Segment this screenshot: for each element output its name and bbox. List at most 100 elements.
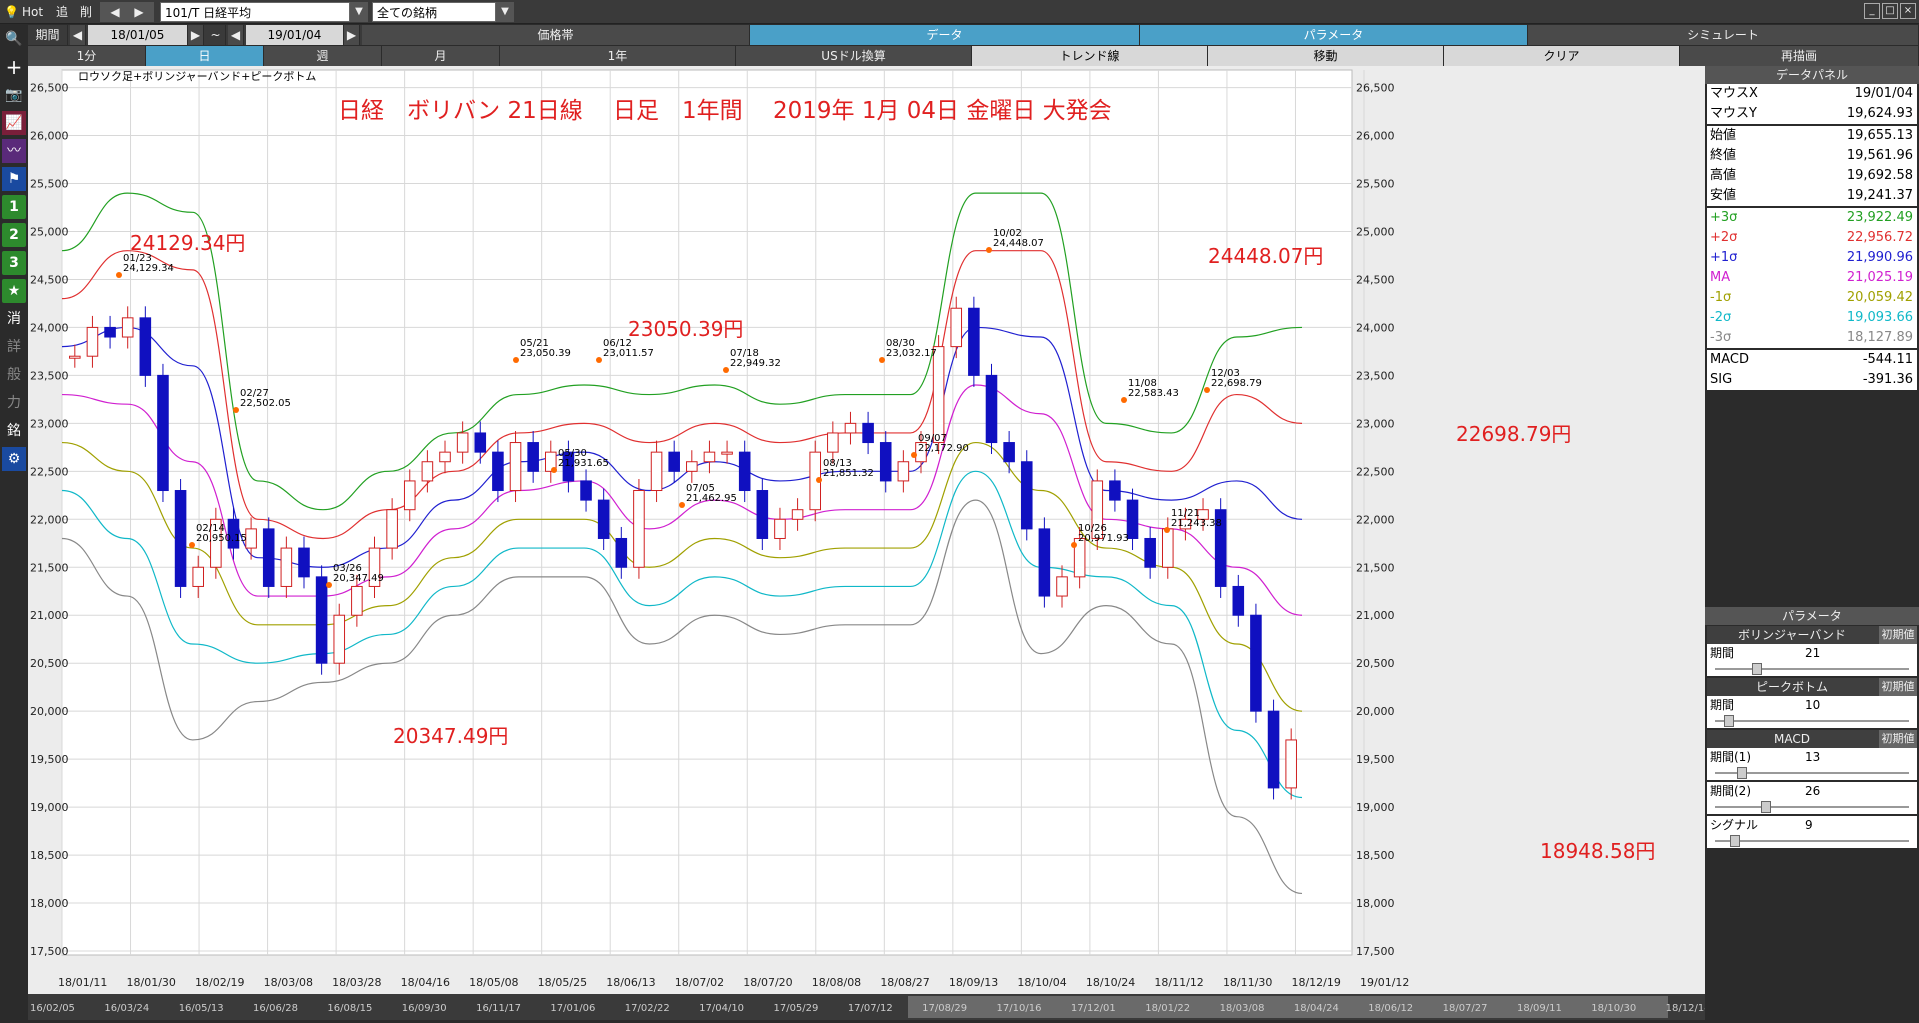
macd-period1-thumb[interactable] [1737,767,1748,779]
macd-signal-slider[interactable] [1707,834,1917,848]
macd-signal-thumb[interactable] [1729,835,1740,847]
peak-slider-thumb[interactable] [1724,715,1735,727]
bollinger-slider-thumb[interactable] [1751,663,1762,675]
stock-button[interactable]: 銘 [2,419,26,443]
tab-redraw[interactable]: 再描画 [1680,46,1919,66]
macd-period1-row: 期間(1) 13 [1707,748,1917,766]
tab-simulate[interactable]: シミュレート [1528,25,1919,45]
candle-body [950,307,963,348]
peak-period-value[interactable]: 10 [1805,696,1820,714]
candle-body [985,374,998,444]
zoom-icon[interactable]: 🔍 [2,27,26,51]
y-tick-label-right: 21,000 [1356,609,1395,622]
peak-value: 21,931.65 [558,458,609,469]
candle-body [774,518,786,539]
macd-period2-value[interactable]: 26 [1805,782,1820,800]
forward-button[interactable]: 追 [52,2,72,22]
y-tick-label-left: 25,000 [30,225,69,238]
tab-price-range[interactable]: 価格帯 [362,25,750,45]
power-button[interactable]: 力 [2,391,26,415]
y-tick-label-right: 25,000 [1356,225,1395,238]
chart-line-icon[interactable]: 📈 [2,111,26,135]
preset-1-button[interactable]: 1 [2,195,26,219]
tab-move[interactable]: 移動 [1208,46,1444,66]
macd-title: MACD [1774,732,1810,746]
macd-period2-thumb[interactable] [1761,801,1771,813]
tab-parameters[interactable]: パラメータ [1140,25,1528,45]
chart-area[interactable]: 01/23 24,129.34 02/14 20,950.15 02/27 22,502.… [28,66,1711,1020]
delete-button[interactable]: 削 [76,2,96,22]
y-tick-label-left: 23,000 [30,417,69,430]
peak-marker [816,477,822,483]
peak-marker [1071,542,1077,548]
detail-button[interactable]: 詳 [2,335,26,359]
erase-button[interactable]: 消 [2,307,26,331]
macd-period1-value[interactable]: 13 [1805,748,1820,766]
candle-body [1232,585,1245,616]
data-panel-value: 19/01/04 [1854,86,1913,101]
symbol-field[interactable]: 101/T 日経平均 [160,2,350,22]
candle-body [86,326,99,357]
candle-body [668,451,680,472]
camera-icon[interactable]: 📷 [2,83,26,107]
from-date-field[interactable]: 18/01/05 [88,25,188,45]
y-tick-label-left: 22,500 [30,465,69,478]
macd-signal-value[interactable]: 9 [1805,816,1813,834]
data-panel-row: SIG -391.36 [1707,370,1917,390]
tab-data[interactable]: データ [750,25,1140,45]
maximize-icon[interactable]: □ [1882,3,1898,19]
chart-indicator-icon[interactable]: 〰 [2,139,26,163]
x-tick-label: 18/07/02 [675,976,724,989]
data-panel-value: 21,025.19 [1846,270,1913,285]
gear-icon[interactable]: ⚙ [2,447,26,471]
bollinger-period-value[interactable]: 21 [1805,644,1820,662]
tab-clear[interactable]: クリア [1444,46,1680,66]
bollinger-period-row: 期間 21 [1707,644,1917,662]
candle-body [121,317,134,338]
macd-period2-slider[interactable] [1707,800,1917,814]
macd-period1-slider[interactable] [1707,766,1917,780]
hot-button[interactable]: Hot [18,2,47,22]
to-date-field[interactable]: 19/01/04 [246,25,344,45]
data-panel-key: 高値 [1710,168,1737,183]
tab-weekly[interactable]: 週 [264,46,382,66]
general-button[interactable]: 般 [2,363,26,387]
category-dropdown-icon[interactable]: ▼ [496,2,514,22]
flag-icon[interactable]: ⚑ [2,167,26,191]
category-field[interactable]: 全ての銘柄 [372,2,496,22]
star-icon[interactable]: ★ [2,279,26,303]
preset-2-button[interactable]: 2 [2,223,26,247]
macd-reset-button[interactable]: 初期値 [1879,730,1917,748]
bollinger-slider[interactable] [1707,662,1917,676]
tab-trendline[interactable]: トレンド線 [972,46,1208,66]
peak-value: 23,032.17 [886,348,937,359]
tab-1year[interactable]: 1年 [500,46,736,66]
next-arrow-icon[interactable]: ▶ [124,2,154,22]
preset-3-button[interactable]: 3 [2,251,26,275]
bollinger-reset-button[interactable]: 初期値 [1879,626,1917,644]
symbol-dropdown-icon[interactable]: ▼ [350,2,368,22]
close-icon[interactable]: × [1900,3,1916,19]
crosshair-icon[interactable]: + [2,55,26,79]
tab-monthly[interactable]: 月 [382,46,500,66]
candle-body [862,422,874,444]
data-panel-value: 23,922.49 [1846,210,1913,225]
peak-slider[interactable] [1707,714,1917,728]
price-chart[interactable]: 01/2324,129.3402/1420,950.1502/2722,502.… [28,66,1711,1020]
peak-reset-button[interactable]: 初期値 [1879,678,1917,696]
candle-body [597,499,610,539]
minimize-icon[interactable]: _ [1864,3,1880,19]
tab-1min[interactable]: 1分 [28,46,146,66]
peak-value: 22,698.79 [1211,378,1262,389]
x-tick-label: 18/09/13 [949,976,998,989]
candle-body [421,461,434,482]
to-prev-icon[interactable]: ◀ [228,25,244,45]
tab-daily[interactable]: 日 [146,46,264,66]
candle-body [844,422,857,434]
tab-usd[interactable]: USドル換算 [736,46,972,66]
peak-marker [986,247,992,253]
from-prev-icon[interactable]: ◀ [70,25,86,45]
peak-value: 20,971.93 [1078,533,1129,544]
to-next-icon[interactable]: ▶ [344,25,360,45]
from-next-icon[interactable]: ▶ [188,25,204,45]
